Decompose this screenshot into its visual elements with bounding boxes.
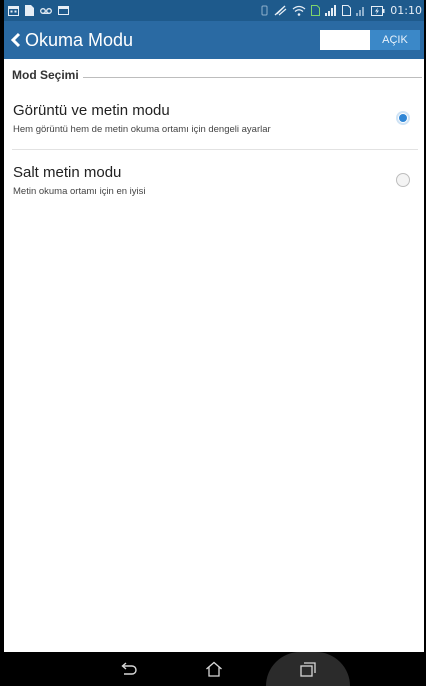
sim-icon bbox=[311, 5, 321, 16]
battery-charging-icon bbox=[371, 5, 385, 16]
status-bar-right: 01:10 bbox=[260, 0, 422, 21]
sim2-icon bbox=[342, 5, 352, 16]
home-icon bbox=[206, 661, 222, 677]
status-bar: 01:10 bbox=[4, 0, 424, 21]
option-image-and-text-mode[interactable]: Görüntü ve metin modu Hem görüntü hem de… bbox=[4, 96, 424, 148]
nav-home-button[interactable] bbox=[194, 652, 234, 686]
calendar-icon bbox=[8, 6, 19, 16]
document-icon bbox=[25, 5, 34, 16]
radio-selected[interactable] bbox=[396, 111, 410, 125]
wifi-icon bbox=[292, 5, 306, 16]
page-title: Okuma Modu bbox=[25, 30, 134, 50]
list-divider bbox=[12, 149, 418, 150]
action-bar: Okuma Modu AÇIK bbox=[4, 21, 424, 59]
recents-icon bbox=[300, 661, 316, 677]
section-header: Mod Seçimi bbox=[12, 66, 422, 84]
option-text-only-mode[interactable]: Salt metin modu Metin okuma ortamı için … bbox=[4, 152, 424, 204]
option-subtitle: Metin okuma ortamı için en iyisi bbox=[13, 186, 146, 197]
navigation-bar bbox=[4, 652, 424, 686]
screen: 01:10 Okuma Modu AÇIK Mod Seçimi Görüntü… bbox=[4, 0, 424, 686]
option-title: Görüntü ve metin modu bbox=[13, 102, 170, 119]
image-icon bbox=[58, 6, 69, 15]
signal-icon bbox=[325, 5, 337, 16]
section-divider bbox=[82, 77, 422, 78]
toggle-track bbox=[320, 30, 370, 50]
radio-unselected[interactable] bbox=[396, 173, 410, 187]
back-icon bbox=[121, 662, 137, 675]
status-bar-left bbox=[8, 0, 69, 21]
reading-mode-toggle[interactable]: AÇIK bbox=[320, 30, 420, 50]
nav-back-button[interactable] bbox=[109, 652, 149, 686]
back-button[interactable]: Okuma Modu bbox=[10, 21, 133, 59]
no-data-icon bbox=[274, 5, 287, 16]
nav-recents-button[interactable] bbox=[288, 652, 328, 686]
toggle-on-label: AÇIK bbox=[370, 30, 420, 50]
chevron-left-icon bbox=[10, 32, 21, 48]
status-time: 01:10 bbox=[390, 4, 422, 17]
vibrate-icon bbox=[261, 5, 268, 16]
option-title: Salt metin modu bbox=[13, 164, 122, 181]
voicemail-icon bbox=[40, 7, 52, 14]
signal2-icon bbox=[356, 7, 365, 16]
option-subtitle: Hem görüntü hem de metin okuma ortamı iç… bbox=[13, 124, 271, 135]
section-title: Mod Seçimi bbox=[12, 68, 79, 82]
